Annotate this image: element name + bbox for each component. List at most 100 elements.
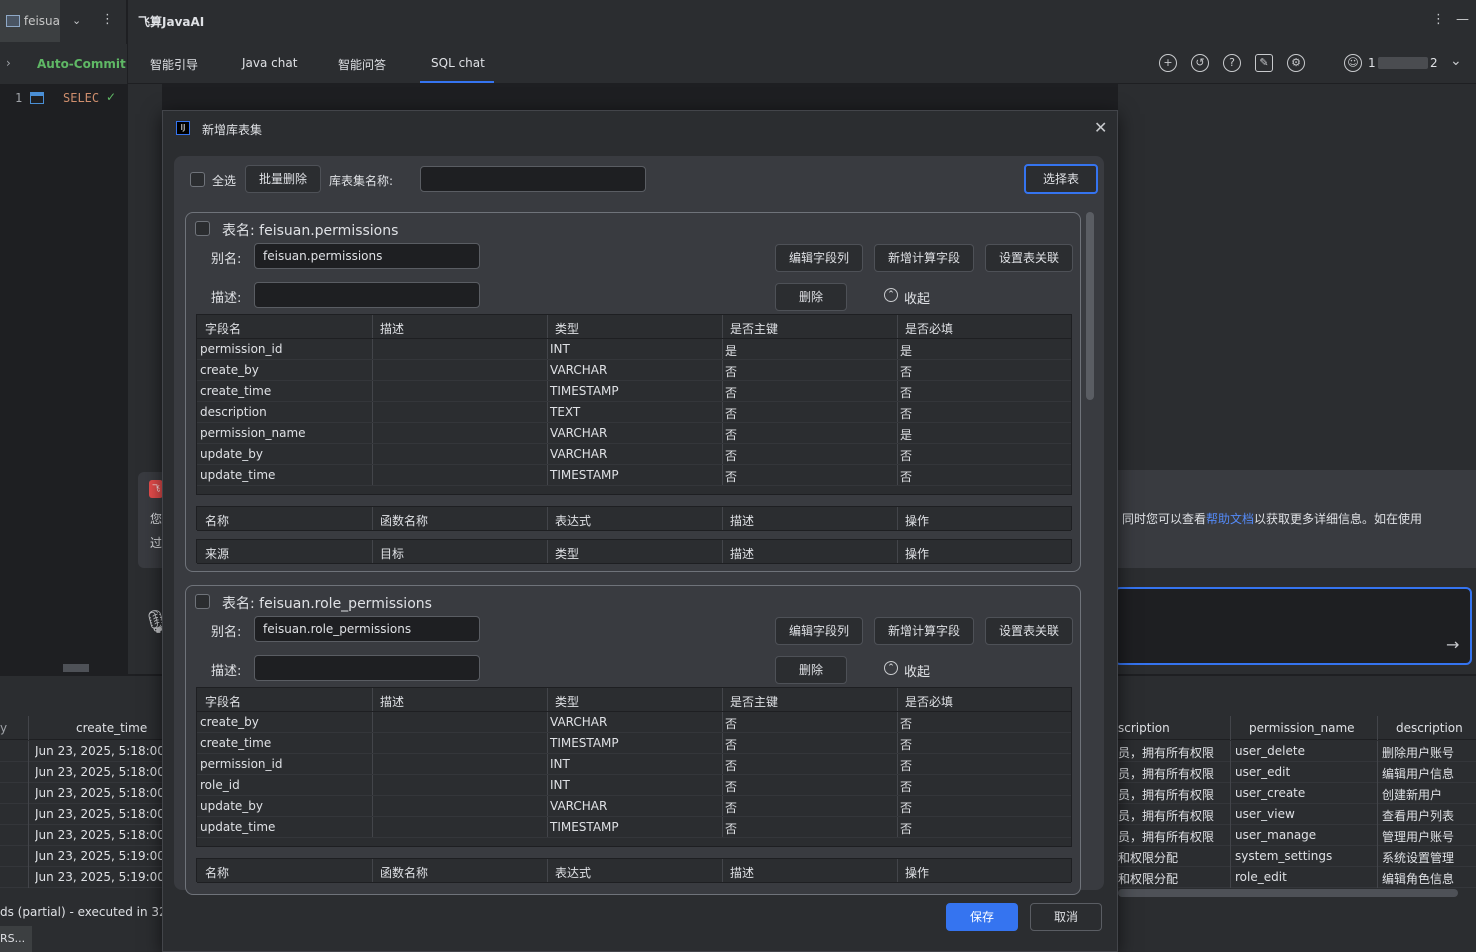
table-row[interactable]: 员，拥有所有权限 user_delete 删除用户账号	[1118, 741, 1476, 762]
column-header[interactable]: 描述	[730, 864, 754, 881]
help-doc-link[interactable]: 帮助文档	[1206, 512, 1254, 526]
table-row[interactable]: create_by VARCHAR 否 否	[197, 360, 1071, 381]
tab-java-chat[interactable]: Java chat	[242, 56, 297, 70]
delete-button[interactable]: 删除	[775, 283, 847, 311]
column-header[interactable]: 函数名称	[380, 512, 428, 529]
column-header[interactable]: 是否必填	[905, 693, 953, 710]
alias-input[interactable]: feisuan.permissions	[254, 243, 480, 269]
collapse-label[interactable]: 收起	[904, 288, 930, 307]
col-create-time[interactable]: create_time	[76, 721, 147, 735]
desc-input[interactable]	[254, 655, 480, 681]
user-chevron-icon[interactable]: ⌄	[1450, 53, 1462, 69]
tab-sql-chat[interactable]: SQL chat	[431, 56, 485, 70]
desc-input[interactable]	[254, 282, 480, 308]
column-header[interactable]: 类型	[555, 545, 579, 562]
column-header[interactable]: 函数名称	[380, 864, 428, 881]
grid-h-scrollbar[interactable]	[1118, 889, 1458, 897]
cancel-button[interactable]: 取消	[1030, 903, 1102, 931]
column-header[interactable]: 表达式	[555, 864, 591, 881]
edit-fields-button[interactable]: 编辑字段列	[775, 244, 863, 272]
column-header[interactable]: 名称	[205, 864, 229, 881]
table-row[interactable]: description TEXT 否 否	[197, 402, 1071, 423]
alias-input[interactable]: feisuan.role_permissions	[254, 616, 480, 642]
table-row[interactable]: permission_name VARCHAR 否 是	[197, 423, 1071, 444]
code-area[interactable]: SELEC ✓	[60, 84, 126, 674]
table-row[interactable]: Jun 23, 2025, 5:18:00 F	[0, 825, 176, 846]
table-row[interactable]: Jun 23, 2025, 5:18:00 F	[0, 804, 176, 825]
delete-button[interactable]: 删除	[775, 656, 847, 684]
options-icon[interactable]: ⋮	[1432, 12, 1445, 27]
choose-table-button[interactable]: 选择表	[1024, 164, 1098, 194]
column-header[interactable]: 表达式	[555, 512, 591, 529]
table-row[interactable]: Jun 23, 2025, 5:19:00 F	[0, 867, 176, 888]
help-icon[interactable]: ?	[1223, 54, 1241, 72]
column-header[interactable]: 描述	[730, 545, 754, 562]
table-row[interactable]: update_by VARCHAR 否 否	[197, 796, 1071, 817]
autocommit-label[interactable]: Auto-Commit	[37, 57, 126, 71]
column-header[interactable]: 描述	[380, 320, 404, 337]
set-name-input[interactable]	[420, 166, 646, 192]
table-row[interactable]: permission_id INT 是 是	[197, 339, 1071, 360]
column-header[interactable]: 描述	[730, 512, 754, 529]
column-header[interactable]: 类型	[555, 320, 579, 337]
add-icon[interactable]: +	[1159, 54, 1177, 72]
table-checkbox[interactable]	[195, 594, 210, 609]
table-row[interactable]: 员，拥有所有权限 user_create 创建新用户	[1118, 783, 1476, 804]
set-relation-button[interactable]: 设置表关联	[985, 244, 1073, 272]
collapse-icon[interactable]: ⌃	[884, 661, 898, 675]
send-icon[interactable]: →	[1446, 635, 1459, 654]
save-button[interactable]: 保存	[946, 903, 1018, 931]
close-icon[interactable]: ✕	[1094, 118, 1107, 137]
table-row[interactable]: 员，拥有所有权限 user_view 查看用户列表	[1118, 804, 1476, 825]
table-row[interactable]: create_time TIMESTAMP 否 否	[197, 733, 1071, 754]
table-row[interactable]: Jun 23, 2025, 5:19:00 F	[0, 846, 176, 867]
add-calc-field-button[interactable]: 新增计算字段	[874, 244, 974, 272]
col-permission-name[interactable]: permission_name	[1249, 721, 1355, 735]
more-icon[interactable]: ⋮	[101, 12, 114, 27]
collapse-icon[interactable]: ⌃	[884, 288, 898, 302]
table-row[interactable]: permission_id INT 否 否	[197, 754, 1071, 775]
minimize-icon[interactable]: —	[1456, 12, 1469, 27]
table-row[interactable]: Jun 23, 2025, 5:18:00 F	[0, 762, 176, 783]
column-header[interactable]: 是否主键	[730, 693, 778, 710]
h-scrollbar[interactable]	[63, 664, 89, 672]
table-row[interactable]: update_time TIMESTAMP 否 否	[197, 465, 1071, 486]
edit-fields-button[interactable]: 编辑字段列	[775, 617, 863, 645]
table-row[interactable]: 员，拥有所有权限 user_manage 管理用户账号	[1118, 825, 1476, 846]
add-calc-field-button[interactable]: 新增计算字段	[874, 617, 974, 645]
col-description-partial[interactable]: scription	[1118, 721, 1170, 735]
column-header[interactable]: 名称	[205, 512, 229, 529]
chevron-right-icon[interactable]: ›	[6, 56, 11, 70]
table-row[interactable]: create_by VARCHAR 否 否	[197, 712, 1071, 733]
column-header[interactable]: 是否主键	[730, 320, 778, 337]
table-row[interactable]: role_id INT 否 否	[197, 775, 1071, 796]
column-header[interactable]: 来源	[205, 545, 229, 562]
select-all-checkbox[interactable]	[190, 172, 205, 187]
table-row[interactable]: update_time TIMESTAMP 否 否	[197, 817, 1071, 838]
column-header[interactable]: 操作	[905, 864, 929, 881]
table-row[interactable]: Jun 23, 2025, 5:18:00 F	[0, 783, 176, 804]
column-header[interactable]: 是否必填	[905, 320, 953, 337]
column-header[interactable]: 目标	[380, 545, 404, 562]
table-row[interactable]: Jun 23, 2025, 5:18:00 F	[0, 741, 176, 762]
column-header[interactable]: 操作	[905, 512, 929, 529]
tab-guide[interactable]: 智能引导	[150, 56, 198, 73]
user-icon[interactable]: ☺	[1344, 54, 1362, 72]
result-tab[interactable]: RS...	[0, 926, 32, 952]
column-header[interactable]: 类型	[555, 693, 579, 710]
table-row[interactable]: update_by VARCHAR 否 否	[197, 444, 1071, 465]
table-icon[interactable]	[30, 92, 44, 104]
table-row[interactable]: 员，拥有所有权限 user_edit 编辑用户信息	[1118, 762, 1476, 783]
chevron-down-icon[interactable]: ⌄	[72, 14, 81, 27]
settings-icon[interactable]: ⚙	[1287, 54, 1305, 72]
edit-icon[interactable]: ✎	[1255, 54, 1273, 72]
col-description[interactable]: description	[1396, 721, 1463, 735]
table-row[interactable]: 和权限分配 role_edit 编辑角色信息	[1118, 867, 1476, 888]
column-header[interactable]: 描述	[380, 693, 404, 710]
tab-qa[interactable]: 智能问答	[338, 56, 386, 73]
batch-delete-button[interactable]: 批量删除	[245, 165, 321, 193]
dialog-v-scrollbar[interactable]	[1086, 212, 1094, 400]
column-header[interactable]: 字段名	[205, 320, 241, 337]
set-relation-button[interactable]: 设置表关联	[985, 617, 1073, 645]
chat-input[interactable]: →	[1114, 587, 1472, 665]
